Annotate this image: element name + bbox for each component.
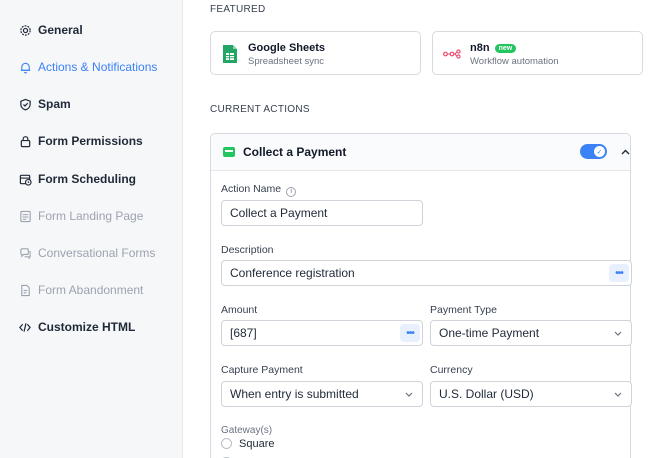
action-title: Collect a Payment <box>243 145 347 159</box>
calendar-clock-icon <box>18 172 32 186</box>
sidebar-item-label: Conversational Forms <box>38 246 156 260</box>
action-name-label: Action Name i <box>221 183 297 197</box>
smart-tags-button[interactable]: ••• <box>609 264 629 282</box>
sidebar-item-label: Form Scheduling <box>38 172 137 186</box>
chevron-down-icon <box>404 390 413 399</box>
amount-value: [687] <box>230 326 257 340</box>
currency-label: Currency <box>430 364 473 376</box>
sidebar-item-form-permissions[interactable]: Form Permissions <box>18 131 143 151</box>
sidebar-item-label: General <box>38 23 83 37</box>
code-icon <box>18 320 32 334</box>
amount-smart-tags-button[interactable]: ••• <box>400 324 420 342</box>
sidebar-item-customize-html[interactable]: Customize HTML <box>18 317 135 337</box>
sidebar-item-label: Customize HTML <box>38 320 136 334</box>
gear-icon <box>18 23 32 37</box>
sidebar-item-label: Form Landing Page <box>38 209 144 223</box>
chat-icon <box>18 246 32 260</box>
chevron-down-icon <box>613 329 622 338</box>
amount-input[interactable]: [687] ••• <box>221 320 423 346</box>
n8n-icon <box>443 43 461 65</box>
sidebar-item-actions-notifications[interactable]: Actions & Notifications <box>18 57 157 77</box>
gateway-square-label: Square <box>239 438 275 450</box>
payment-card-icon <box>223 147 235 157</box>
featured-card-n8n[interactable]: n8n new Workflow automation <box>432 31 643 75</box>
payment-type-value: One-time Payment <box>439 326 540 340</box>
sidebar-item-conversational-forms[interactable]: Conversational Forms <box>18 243 155 263</box>
sidebar-item-form-abandonment[interactable]: Form Abandonment <box>18 280 143 300</box>
gateways-label: Gateway(s) <box>221 425 273 436</box>
gateway-square-radio[interactable] <box>221 438 232 449</box>
featured-card-google-sheets[interactable]: Google Sheets Spreadsheet sync <box>210 31 421 75</box>
capture-payment-select[interactable]: When entry is submitted <box>221 381 423 407</box>
chevron-down-icon <box>613 390 622 399</box>
doc-icon <box>18 283 32 297</box>
chevron-up-icon[interactable] <box>619 146 631 158</box>
info-icon[interactable]: i <box>286 187 297 197</box>
description-label: Description <box>221 244 274 256</box>
bell-icon <box>18 60 32 74</box>
action-enabled-toggle[interactable]: ✓ <box>580 144 607 159</box>
description-value: Conference registration <box>230 266 355 280</box>
sidebar-item-label: Form Permissions <box>38 134 143 148</box>
sidebar-item-form-landing-page[interactable]: Form Landing Page <box>18 206 143 226</box>
new-badge: new <box>494 44 517 53</box>
settings-sidebar: General Actions & Notifications Spam For… <box>0 0 183 458</box>
sidebar-item-form-scheduling[interactable]: Form Scheduling <box>18 169 136 189</box>
lock-icon <box>18 134 32 148</box>
capture-payment-label: Capture Payment <box>221 364 303 376</box>
sidebar-item-general[interactable]: General <box>18 20 83 40</box>
description-input[interactable]: Conference registration ••• <box>221 260 632 286</box>
currency-value: U.S. Dollar (USD) <box>439 387 534 401</box>
action-panel: Collect a Payment ✓ Action Name i Collect… <box>210 133 632 458</box>
check-icon: ✓ <box>594 146 605 157</box>
currency-select[interactable]: U.S. Dollar (USD) <box>430 381 632 407</box>
action-header[interactable]: Collect a Payment ✓ <box>211 134 630 171</box>
current-actions-heading: CURRENT ACTIONS <box>210 104 310 115</box>
sidebar-item-spam[interactable]: Spam <box>18 94 71 114</box>
shield-icon <box>18 97 32 111</box>
amount-label: Amount <box>221 304 258 316</box>
action-name-label-text: Action Name <box>221 183 282 195</box>
payment-type-select[interactable]: One-time Payment <box>430 320 632 346</box>
card-title-text: n8n <box>470 42 490 54</box>
card-subtitle: Spreadsheet sync <box>248 56 325 67</box>
payment-type-label: Payment Type <box>430 304 497 316</box>
sidebar-item-label: Form Abandonment <box>38 283 144 297</box>
main-content: FEATURED Google Sheets Spreadsheet sync … <box>184 0 650 458</box>
card-title: Google Sheets <box>248 42 326 54</box>
google-sheets-icon <box>221 43 239 65</box>
sidebar-item-label: Actions & Notifications <box>38 60 158 74</box>
capture-payment-value: When entry is submitted <box>230 387 359 401</box>
card-subtitle: Workflow automation <box>470 56 559 67</box>
page-icon <box>18 209 32 223</box>
featured-heading: FEATURED <box>210 4 266 15</box>
action-name-input[interactable]: Collect a Payment <box>221 200 423 226</box>
sidebar-item-label: Spam <box>38 97 71 111</box>
card-title: n8n new <box>470 42 517 54</box>
